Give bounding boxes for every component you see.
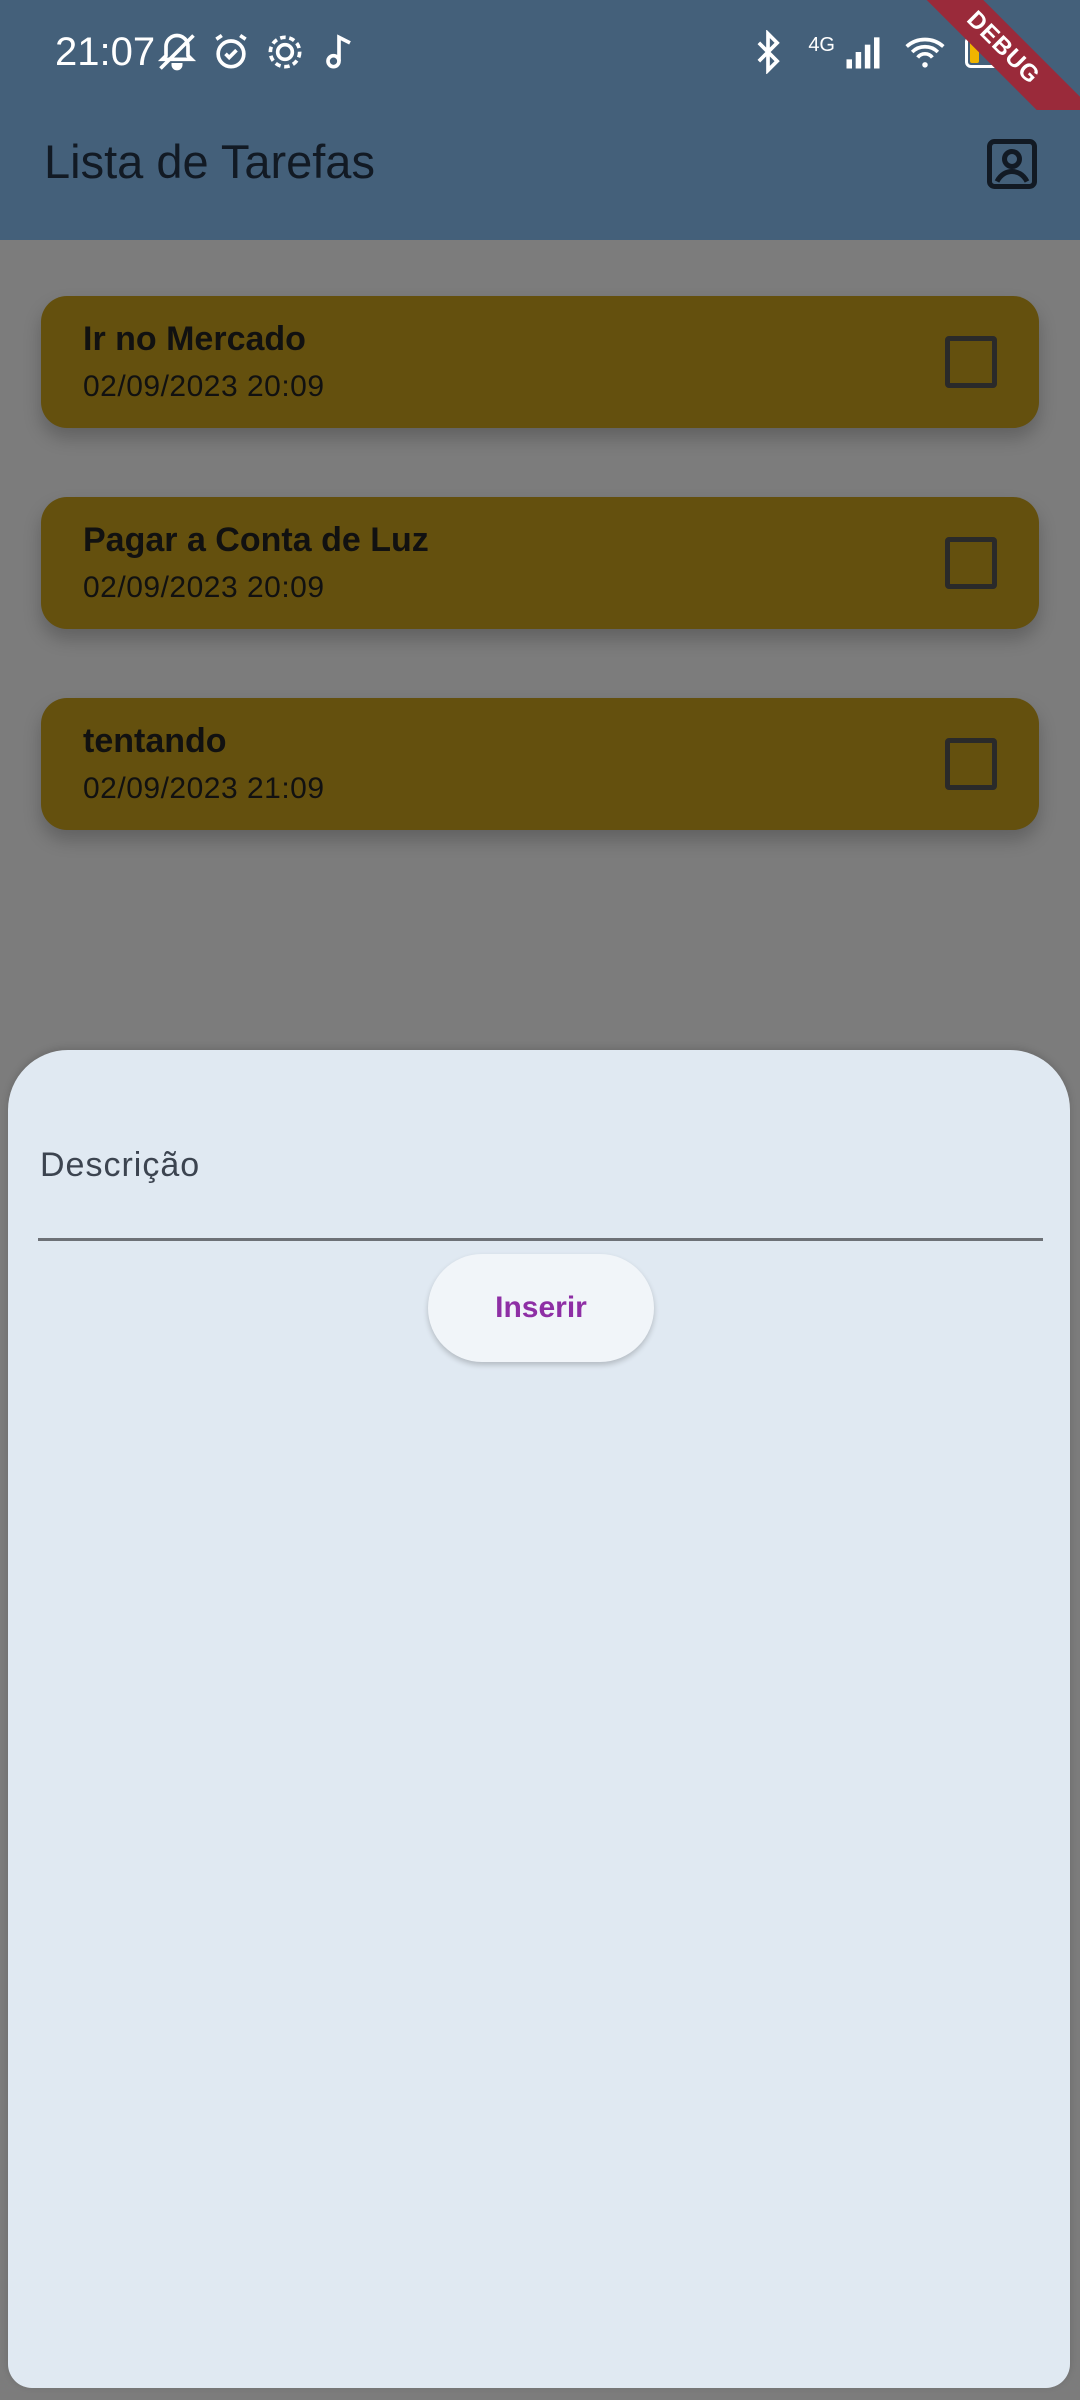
input-underline (38, 1238, 1043, 1241)
profile-button[interactable] (982, 134, 1042, 194)
signal-icon (846, 37, 880, 69)
network-type: 4G (808, 33, 835, 56)
task-checkbox[interactable] (945, 537, 997, 589)
page-title: Lista de Tarefas (44, 135, 375, 188)
task-date: 02/09/2023 20:09 (83, 571, 325, 604)
wifi-icon (905, 37, 945, 68)
task-title: Ir no Mercado (83, 320, 306, 358)
task-title: tentando (83, 722, 227, 760)
description-input[interactable] (38, 1130, 1047, 1232)
bluetooth-icon (757, 30, 781, 74)
app-bar: Lista de Tarefas (0, 110, 1080, 240)
insert-button[interactable]: Inserir (428, 1254, 654, 1362)
bell-off-icon (157, 33, 197, 71)
settings-icon (268, 35, 302, 69)
task-card[interactable]: Pagar a Conta de Luz 02/09/2023 20:09 (41, 497, 1039, 629)
alarm-icon (215, 33, 247, 69)
task-date: 02/09/2023 21:09 (83, 772, 325, 805)
task-card[interactable]: Ir no Mercado 02/09/2023 20:09 (41, 296, 1039, 428)
contact-icon (987, 139, 1037, 189)
status-left-icons (155, 30, 361, 74)
bottom-sheet: Descrição Inserir (8, 1050, 1070, 2388)
task-card[interactable]: tentando 02/09/2023 21:09 (41, 698, 1039, 830)
status-time: 21:07 (55, 30, 156, 74)
status-bar: 21:07 4G 17 DEBUG (0, 0, 1080, 151)
task-checkbox[interactable] (945, 336, 997, 388)
task-checkbox[interactable] (945, 738, 997, 790)
music-note-icon (326, 34, 351, 69)
task-date: 02/09/2023 20:09 (83, 370, 325, 403)
task-title: Pagar a Conta de Luz (83, 521, 429, 559)
